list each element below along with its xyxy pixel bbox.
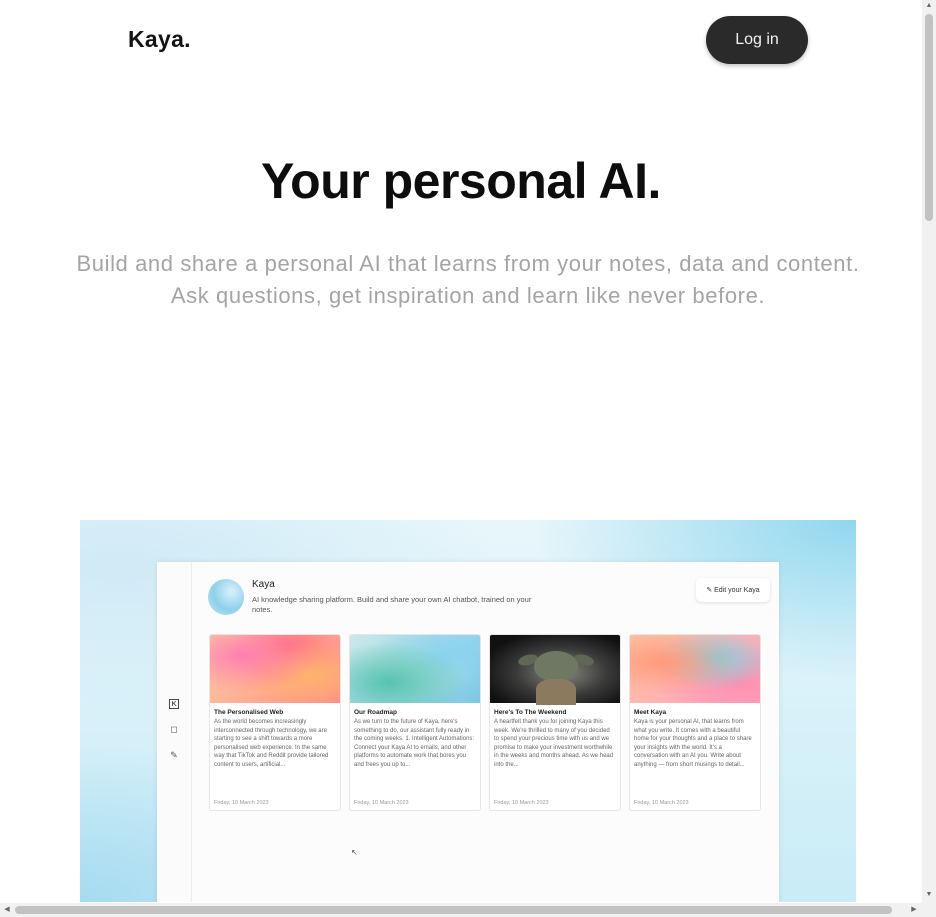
card-title: Our Roadmap (354, 709, 397, 716)
post-card: Our Roadmap As we turn to the future of … (349, 634, 481, 811)
app-preview-image: K ◻ ✎ Kaya AI knowledge sharing platform… (80, 520, 856, 902)
scroll-right-arrow-icon[interactable]: ▶ (908, 903, 920, 917)
card-excerpt: As the world becomes increasingly interc… (214, 719, 329, 768)
card-title: Here's To The Weekend (494, 709, 567, 716)
app-sidebar: K ◻ ✎ (157, 562, 192, 902)
profile-description: AI knowledge sharing platform. Build and… (252, 595, 532, 614)
post-card: The Personalised Web As the world become… (209, 634, 341, 811)
scrollbar-corner (922, 903, 936, 917)
hero-subtitle-line-2: Ask questions, get inspiration and learn… (170, 283, 766, 308)
horizontal-scroll-thumb[interactable] (15, 906, 892, 914)
chat-bubble-icon: ◻ (170, 724, 178, 734)
app-window: K ◻ ✎ Kaya AI knowledge sharing platform… (157, 562, 779, 902)
edit-kaya-button: ✎ Edit your Kaya (696, 578, 770, 602)
card-excerpt: As we turn to the future of Kaya, here's… (354, 719, 475, 768)
login-button[interactable]: Log in (706, 16, 808, 64)
card-gradient-image (210, 635, 340, 703)
card-title: The Personalised Web (214, 709, 284, 716)
card-date: Friday, 10 March 2023 (214, 800, 269, 806)
vertical-scroll-thumb[interactable] (925, 14, 933, 221)
vertical-scrollbar[interactable]: ▲ ▼ (922, 0, 936, 903)
card-date: Friday, 10 March 2023 (634, 800, 689, 806)
card-excerpt: A heartfelt thank you for joining Kaya t… (494, 719, 614, 768)
scroll-down-arrow-icon[interactable]: ▼ (922, 889, 936, 901)
kaya-logo-icon: K (169, 699, 179, 709)
profile-name: Kaya (252, 579, 275, 590)
scroll-left-arrow-icon[interactable]: ◀ (1, 903, 13, 917)
post-card: Meet Kaya Kaya is your personal AI, that… (629, 634, 761, 811)
pencil-icon: ✎ (170, 750, 178, 760)
hero-title: Your personal AI. (261, 153, 661, 209)
horizontal-scrollbar[interactable]: ◀ ▶ (0, 903, 922, 917)
brand-logo[interactable]: Kaya. (128, 26, 191, 53)
post-card: Here's To The Weekend A heartfelt thank … (489, 634, 621, 811)
card-date: Friday, 10 March 2023 (354, 800, 409, 806)
hero-subtitle: Build and share a personal AI that learn… (0, 248, 936, 312)
pointer-cursor-icon: ↖ (351, 848, 358, 857)
card-gradient-image (350, 635, 480, 703)
profile-avatar (208, 579, 244, 615)
scroll-up-arrow-icon[interactable]: ▲ (922, 0, 936, 12)
hero-subtitle-line-1: Build and share a personal AI that learn… (76, 251, 860, 276)
card-gradient-image (630, 635, 760, 703)
card-photo-image (490, 635, 620, 705)
card-date: Friday, 10 March 2023 (494, 800, 549, 806)
card-excerpt: Kaya is your personal AI, that learns fr… (634, 719, 752, 768)
card-title: Meet Kaya (634, 709, 667, 716)
